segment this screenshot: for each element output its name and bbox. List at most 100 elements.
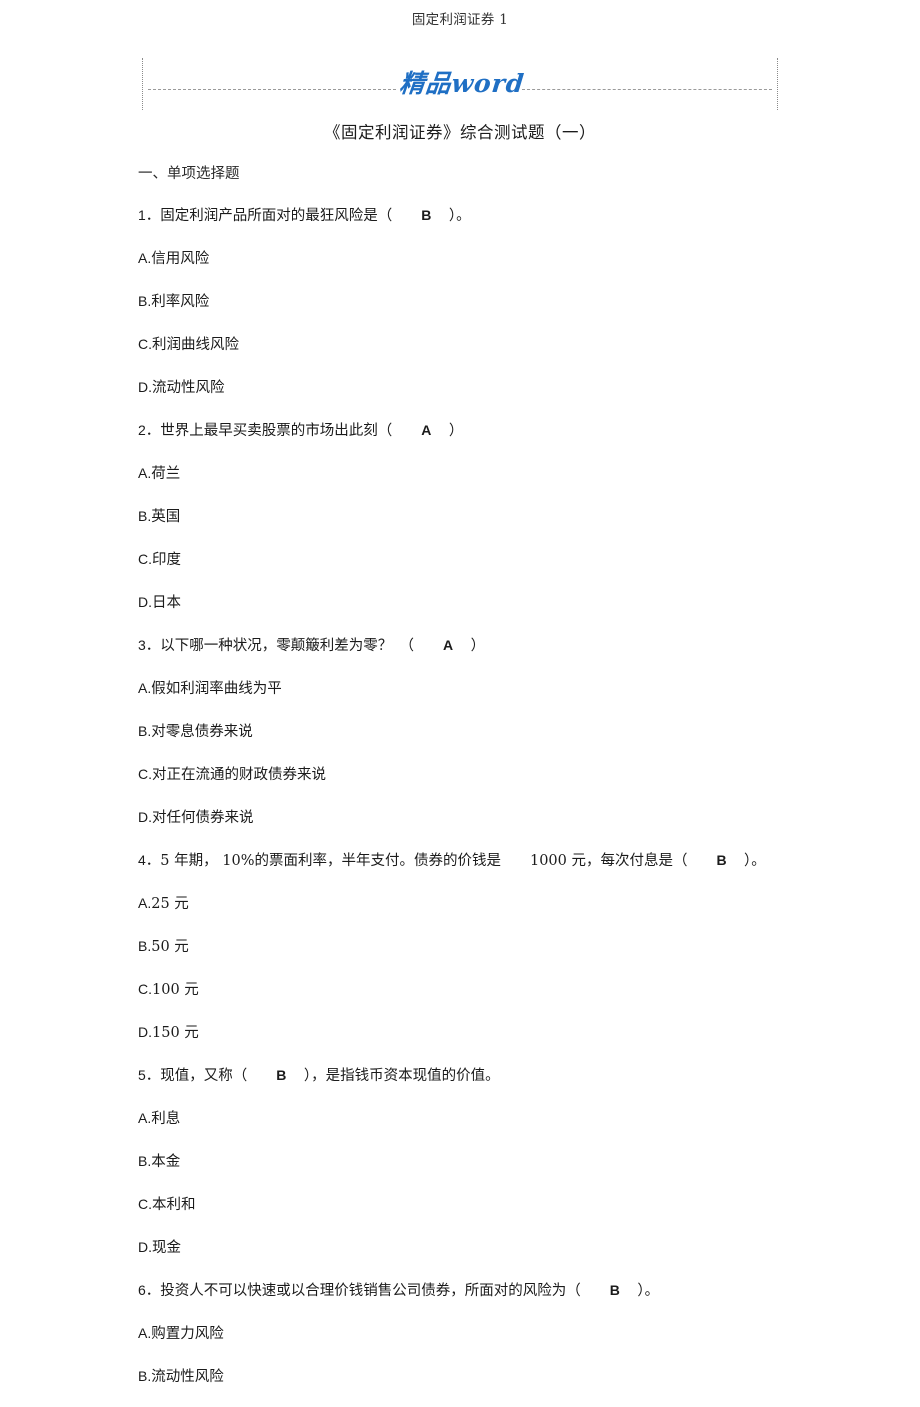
answer-option: D.对任何债券来说	[138, 805, 782, 830]
question-stem: 2．世界上最早买卖股票的市场出此刻（ A ）	[138, 418, 782, 443]
answer-option: A.25 元	[138, 891, 782, 916]
answer-option: C.100 元	[138, 977, 782, 1002]
option-letter: B.	[138, 508, 152, 524]
answer-option: A.假如利润率曲线为平	[138, 676, 782, 701]
question-number: 1	[138, 207, 146, 223]
option-letter: A.	[138, 1110, 152, 1126]
option-text: 本利和	[152, 1197, 196, 1213]
banner-left-edge-rule	[142, 58, 143, 110]
answer-option: C.利润曲线风险	[138, 332, 782, 357]
page-running-header: 固定利润证券 1	[0, 8, 920, 28]
question-answer-letter: A	[421, 422, 432, 438]
option-letter: D.	[138, 1239, 152, 1255]
question-answer-letter: A	[443, 637, 454, 653]
option-letter: D.	[138, 1024, 152, 1040]
document-body: 《固定利润证券》综合测试题（一） 一、单项选择题 1．固定利润产品所面对的最狂风…	[138, 118, 782, 1407]
answer-option: B.对零息债券来说	[138, 719, 782, 744]
question-text-before-blank: ．5 年期， 10%的票面利率，半年支付。债券的价钱是 1000 元，每次付息是…	[145, 853, 688, 869]
answer-option: A.利息	[138, 1106, 782, 1131]
question-text-before-blank: ．现值，又称（	[145, 1068, 248, 1084]
option-letter: D.	[138, 379, 152, 395]
option-letter: D.	[138, 594, 152, 610]
option-letter: C.	[138, 1196, 152, 1212]
option-letter: A.	[138, 250, 152, 266]
section-heading: 一、单项选择题	[138, 166, 240, 182]
option-text: 利润曲线风险	[152, 337, 239, 353]
answer-option: C.本利和	[138, 1192, 782, 1217]
option-text: 英国	[151, 509, 181, 525]
question-text-after-blank: ）。	[637, 1283, 660, 1299]
answer-option: A.购置力风险	[138, 1321, 782, 1346]
question-text-before-blank: ．以下哪一种状况，零颠簸利差为零？ （	[145, 638, 415, 654]
option-letter: B.	[138, 293, 152, 309]
option-letter: C.	[138, 981, 152, 997]
answer-option: D.150 元	[138, 1020, 782, 1045]
answer-option: B.流动性风险	[138, 1364, 782, 1389]
option-letter: B.	[138, 723, 152, 739]
document-title: 《固定利润证券》综合测试题（一）	[324, 123, 596, 142]
banner-right-dashed-rule	[522, 89, 772, 90]
option-letter: A.	[138, 1325, 152, 1341]
option-text: 利率风险	[151, 294, 210, 310]
option-text: 对任何债券来说	[152, 810, 254, 826]
question-answer-letter: B	[421, 207, 432, 223]
answer-option: C.印度	[138, 547, 782, 572]
banner-left-dashed-rule	[148, 89, 396, 90]
answer-option: A.信用风险	[138, 246, 782, 271]
option-text: 利息	[151, 1111, 181, 1127]
question-text-after-blank: ）	[448, 423, 464, 439]
option-text: 信用风险	[151, 251, 210, 267]
answer-option: B.本金	[138, 1149, 782, 1174]
option-text: 本金	[151, 1154, 181, 1170]
option-text: 25 元	[151, 896, 189, 912]
answer-option: D.现金	[138, 1235, 782, 1260]
option-text: 日本	[152, 595, 181, 611]
option-text: 购置力风险	[151, 1326, 224, 1342]
option-text: 150 元	[152, 1025, 199, 1041]
answer-option: D.日本	[138, 590, 782, 615]
option-letter: A.	[138, 465, 152, 481]
question-stem: 1．固定利润产品所面对的最狂风险是（ B ）。	[138, 203, 782, 228]
option-letter: B.	[138, 1368, 152, 1384]
question-stem: 3．以下哪一种状况，零颠簸利差为零？ （ A ）	[138, 633, 782, 658]
option-text: 流动性风险	[152, 380, 225, 396]
question-number: 4	[138, 852, 146, 868]
option-letter: D.	[138, 809, 152, 825]
question-text-after-blank: ）。	[744, 853, 766, 869]
option-text: 荷兰	[151, 466, 181, 482]
question-stem: 6．投资人不可以快速或以合理价钱销售公司债券，所面对的风险为（ B ）。	[138, 1278, 782, 1303]
option-text: 对正在流通的财政债券来说	[152, 767, 326, 783]
decorative-banner: 精品word	[142, 58, 778, 110]
running-title: 固定利润证券 1	[411, 12, 509, 28]
option-text: 假如利润率曲线为平	[151, 681, 282, 697]
question-answer-letter: B	[276, 1067, 287, 1083]
question-number: 5	[138, 1067, 146, 1083]
question-stem: 4．5 年期， 10%的票面利率，半年支付。债券的价钱是 1000 元，每次付息…	[138, 848, 782, 873]
option-letter: B.	[138, 938, 152, 954]
question-text-after-blank: ）	[470, 638, 486, 654]
question-text-after-blank: ），是指钱币资本现值的价值。	[303, 1068, 500, 1084]
answer-option: B.50 元	[138, 934, 782, 959]
question-text-before-blank: ．世界上最早买卖股票的市场出此刻（	[145, 423, 393, 439]
option-letter: A.	[138, 895, 152, 911]
option-text: 50 元	[151, 939, 189, 955]
question-number: 3	[138, 637, 146, 653]
option-text: 100 元	[152, 982, 199, 998]
question-list: 1．固定利润产品所面对的最狂风险是（ B ）。 A.信用风险 B.利率风险 C.利润曲…	[138, 203, 782, 1389]
option-letter: B.	[138, 1153, 152, 1169]
question-text-after-blank: ）。	[448, 208, 471, 224]
option-letter: A.	[138, 680, 152, 696]
option-text: 印度	[152, 552, 181, 568]
option-text: 对零息债券来说	[151, 724, 253, 740]
question-text-before-blank: ．固定利润产品所面对的最狂风险是（	[145, 208, 393, 224]
option-text: 流动性风险	[151, 1369, 224, 1385]
answer-option: D.流动性风险	[138, 375, 782, 400]
answer-option: B.利率风险	[138, 289, 782, 314]
answer-option: C.对正在流通的财政债券来说	[138, 762, 782, 787]
banner-right-edge-rule	[777, 58, 778, 110]
answer-option: B.英国	[138, 504, 782, 529]
option-letter: C.	[138, 336, 152, 352]
question-number: 2	[138, 422, 146, 438]
brand-logo-text: 精品word	[398, 69, 526, 98]
question-text-before-blank: ．投资人不可以快速或以合理价钱销售公司债券，所面对的风险为（	[145, 1283, 581, 1299]
